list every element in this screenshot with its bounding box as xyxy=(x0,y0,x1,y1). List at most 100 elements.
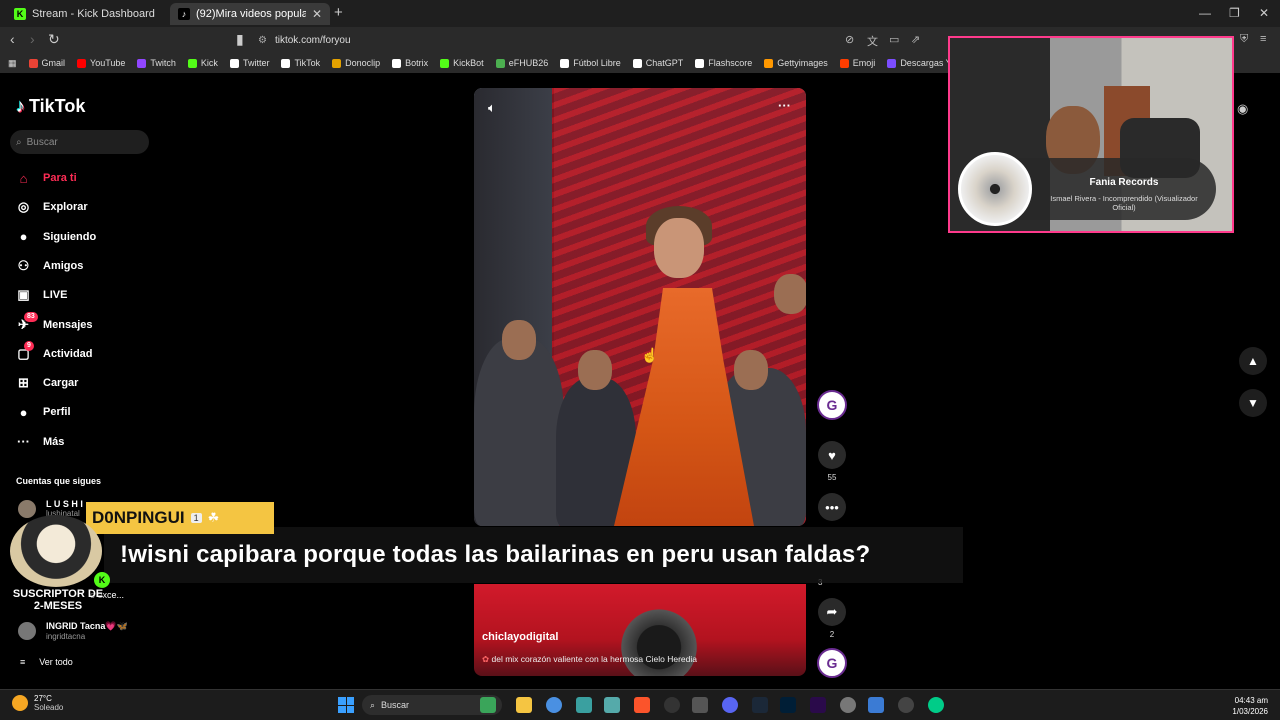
nav-item-mensajes[interactable]: ✈ 83 Mensajes xyxy=(16,312,93,336)
chevron-up-icon: ▲ xyxy=(1247,354,1259,368)
see-all-button[interactable]: ≡ Ver todo xyxy=(20,657,73,667)
bookmark-item[interactable]: KickBot xyxy=(440,58,484,68)
bookmark-item[interactable]: eFHUB26 xyxy=(495,58,548,68)
nav-item-live[interactable]: ▣ LIVE xyxy=(16,284,67,306)
nav-item-explorar[interactable]: ◎ Explorar xyxy=(16,196,88,218)
mute-icon[interactable]: ⊘ xyxy=(845,33,854,46)
premiere-icon[interactable] xyxy=(810,697,826,713)
bookmark-item[interactable]: YouTube xyxy=(77,58,125,68)
app-icon[interactable] xyxy=(576,697,592,713)
share-arrow-icon: ➦ xyxy=(818,598,846,626)
back-icon[interactable]: ‹ xyxy=(10,31,15,47)
bookmark-item[interactable]: Twitch xyxy=(137,58,176,68)
chevron-down-icon: ▼ xyxy=(1247,396,1259,410)
brave-icon[interactable] xyxy=(634,697,650,713)
tiktok-note-icon: ♪ xyxy=(16,96,25,116)
more-options-icon[interactable]: ··· xyxy=(778,98,791,113)
tiktok-logo[interactable]: ♪ TikTok xyxy=(16,96,85,117)
media-icon[interactable] xyxy=(664,697,680,713)
scroll-up-button[interactable]: ▲ xyxy=(1239,347,1267,375)
cast-icon[interactable]: ▭ xyxy=(889,33,899,46)
account-name: L U S H I xyxy=(46,499,83,509)
share-icon[interactable]: ⇗ xyxy=(911,33,920,46)
next-creator-avatar[interactable]: G xyxy=(817,648,847,678)
bookmark-item[interactable]: Gettyimages xyxy=(764,58,828,68)
new-tab-button[interactable]: + xyxy=(334,4,343,21)
menu-icon[interactable]: ≡ xyxy=(1260,33,1266,45)
share-button[interactable]: ➦ 2 xyxy=(818,598,846,639)
bookmark-label: Fútbol Libre xyxy=(573,58,621,68)
like-count: 55 xyxy=(827,473,837,482)
bookmark-item[interactable]: Emoji xyxy=(839,58,875,68)
system-clock[interactable]: 04:43 am 1/03/2026 xyxy=(1218,695,1268,717)
file-explorer-icon[interactable] xyxy=(516,697,532,713)
bookmark-icon[interactable]: ▮ xyxy=(236,31,244,48)
close-window-icon[interactable]: ✕ xyxy=(1259,6,1269,20)
weather-widget[interactable]: 27°C Soleado xyxy=(12,694,63,712)
widgets-icon[interactable] xyxy=(480,697,496,713)
bookmark-item[interactable]: Botrix xyxy=(392,58,428,68)
bookmark-item[interactable]: Twitter xyxy=(229,58,269,68)
shield-icon[interactable]: ⛨ xyxy=(1240,33,1248,46)
nav-item-amigos[interactable]: ⚇ Amigos xyxy=(16,255,84,277)
bookmark-item[interactable]: ChatGPT xyxy=(632,58,683,68)
translate-icon[interactable]: 文 xyxy=(867,33,878,49)
nav-item-m-s[interactable]: ··· Más xyxy=(16,431,64,453)
player-icon[interactable] xyxy=(898,697,914,713)
close-tab-icon[interactable]: ✕ xyxy=(312,7,322,21)
chrome-icon[interactable] xyxy=(546,697,562,713)
scroll-down-button[interactable]: ▼ xyxy=(1239,389,1267,417)
search-input[interactable]: ⌕ Buscar xyxy=(10,130,149,154)
edge-icon[interactable] xyxy=(928,697,944,713)
nav-label: Siguiendo xyxy=(43,230,97,243)
creator-avatar[interactable]: G xyxy=(817,390,847,420)
like-button[interactable]: ♥ 55 xyxy=(818,441,846,482)
bookmark-item[interactable]: Fútbol Libre xyxy=(560,58,621,68)
calculator-icon[interactable] xyxy=(692,697,708,713)
notepad-icon[interactable] xyxy=(868,697,884,713)
steam-icon[interactable] xyxy=(752,697,768,713)
bookmark-favicon-icon xyxy=(764,58,774,68)
tab-tiktok[interactable]: ♪ (92)Mira videos populares se ✕ xyxy=(170,3,330,25)
nav-item-perfil[interactable]: ● Perfil xyxy=(16,401,71,423)
nav-item-actividad[interactable]: ▢ 9 Actividad xyxy=(16,341,93,365)
forward-icon[interactable]: › xyxy=(30,31,35,47)
nav-item-siguiendo[interactable]: ● Siguiendo xyxy=(16,226,97,248)
minimize-icon[interactable]: — xyxy=(1199,6,1211,20)
apps-icon[interactable]: ▦ xyxy=(8,58,17,69)
bookmark-favicon-icon xyxy=(632,58,642,68)
profile-avatar-icon[interactable]: ◉ xyxy=(1237,101,1248,117)
app-icon[interactable] xyxy=(604,697,620,713)
description-text: del mix corazón valiente con la hermosa … xyxy=(491,654,698,664)
next-video-preview[interactable]: chiclayodigital ✿ del mix corazón valien… xyxy=(474,584,806,676)
live-icon: ▣ xyxy=(17,287,30,303)
restore-icon[interactable]: ❐ xyxy=(1229,6,1240,20)
now-playing-song: Ismael Rivera - Incomprendido (Visualiza… xyxy=(1050,194,1198,212)
bookmark-item[interactable]: Descargas YT xyxy=(887,58,957,68)
settings-icon[interactable] xyxy=(840,697,856,713)
discord-icon[interactable] xyxy=(722,697,738,713)
comment-button[interactable]: ••• xyxy=(818,493,846,521)
bookmark-item[interactable]: Kick xyxy=(187,58,218,68)
video-player[interactable]: 🔈︎ ··· xyxy=(474,88,806,526)
bookmark-item[interactable]: Donoclip xyxy=(332,58,380,68)
video-musician-head xyxy=(502,320,536,360)
video-author[interactable]: chiclayodigital xyxy=(482,631,558,643)
clock-date: 1/03/2026 xyxy=(1232,707,1268,716)
bookmark-item[interactable]: TikTok xyxy=(281,58,320,68)
volume-icon[interactable]: 🔈︎ xyxy=(488,100,496,116)
windows-start-icon[interactable] xyxy=(338,697,354,713)
tab-title: (92)Mira videos populares se xyxy=(196,8,306,20)
site-info-icon[interactable]: ⚙ xyxy=(258,35,267,46)
nav-label: Actividad xyxy=(43,347,93,360)
bookmark-item[interactable]: Flashscore xyxy=(695,58,752,68)
account-item[interactable]: INGRID Tacna💗🦋 ingridtacna xyxy=(18,621,128,641)
photoshop-icon[interactable] xyxy=(780,697,796,713)
nav-item-para-ti[interactable]: ⌂ Para ti xyxy=(16,167,77,189)
nav-item-cargar[interactable]: ⊞ Cargar xyxy=(16,372,78,394)
share-count: 2 xyxy=(829,630,835,639)
tab-kick-dashboard[interactable]: K Stream - Kick Dashboard xyxy=(6,3,166,25)
bookmark-favicon-icon xyxy=(392,58,402,68)
reload-icon[interactable]: ↻ xyxy=(48,31,60,48)
bookmark-item[interactable]: Gmail xyxy=(28,58,65,68)
